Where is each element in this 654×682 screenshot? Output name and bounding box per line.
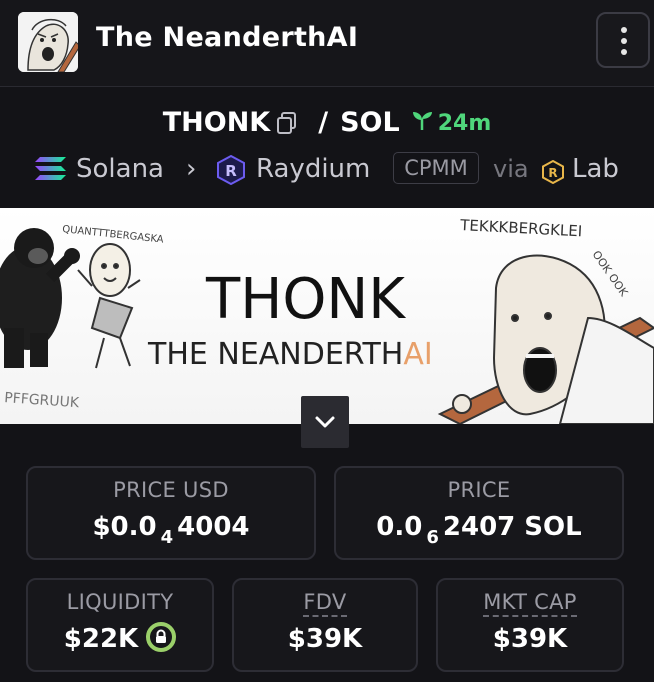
- price-usd-label: PRICE USD: [113, 478, 229, 502]
- banner-subtitle-ai: AI: [403, 337, 432, 372]
- quote-symbol: SOL: [340, 107, 400, 138]
- token-avatar: [18, 12, 78, 72]
- chevron-down-icon: [315, 416, 335, 428]
- small-caveman-illustration: [77, 243, 141, 369]
- market-cap-value: $39K: [492, 624, 568, 654]
- pair-title: THONK / SOL 24m: [0, 106, 654, 146]
- sprout-icon: [412, 112, 432, 131]
- token-header: The NeanderthAI: [0, 0, 654, 87]
- liquidity-value: $22K: [63, 624, 139, 654]
- liquidity-card: LIQUIDITY $22K: [26, 578, 214, 672]
- price-sol-zero-count: 6: [426, 527, 439, 548]
- pair-separator: /: [318, 107, 329, 138]
- price-usd-value: $0.0 4 4004: [28, 512, 314, 548]
- banner-illustration: QUANTTTBERGASKA TEKKKBERGKLEI OOK OOK TH…: [0, 216, 654, 424]
- fdv-label-text: FDV: [303, 590, 347, 617]
- pair-age: 24m: [410, 109, 492, 136]
- chain-breadcrumb: Solana › R Raydium via R Lab: [0, 150, 654, 188]
- dex-link-raydium[interactable]: Raydium: [256, 150, 370, 188]
- market-cap-label-text: MKT CAP: [483, 590, 577, 617]
- copy-icon[interactable]: [276, 111, 298, 135]
- price-sol-suffix: 2407 SOL: [442, 512, 582, 542]
- price-usd-suffix: 4004: [177, 512, 250, 542]
- pair-age-text: 24m: [437, 110, 492, 136]
- solana-icon: [34, 154, 68, 192]
- banner-left-caption: QUANTTTBERGASKA: [62, 224, 165, 246]
- banner-subtitle: THE NEANDERTHAI: [147, 337, 433, 372]
- kebab-menu-icon: [621, 27, 627, 33]
- svg-text:R: R: [225, 162, 237, 180]
- kebab-menu-icon-dot: [621, 38, 627, 44]
- kebab-menu-icon-dot: [621, 49, 627, 55]
- fdv-card[interactable]: FDV $39K: [232, 578, 418, 672]
- price-sol-prefix: 0.0: [376, 512, 423, 542]
- raydium-icon: R: [216, 154, 246, 193]
- launchpad-link-lab[interactable]: Lab: [572, 150, 619, 188]
- market-cap-label: MKT CAP: [438, 590, 622, 617]
- chevron-right-icon: ›: [186, 154, 197, 184]
- caveman-avatar-icon: [18, 12, 78, 72]
- banner-right-caption: TEKKKBERGKLEI: [459, 216, 583, 240]
- price-sol-card: PRICE 0.0 6 2407 SOL: [334, 466, 624, 560]
- more-options-button[interactable]: [596, 12, 650, 68]
- liquidity-label: LIQUIDITY: [66, 590, 174, 614]
- price-sol-label: PRICE: [447, 478, 511, 502]
- pool-type-badge: CPMM: [393, 152, 479, 184]
- gorilla-illustration: [0, 228, 80, 368]
- price-usd-zero-count: 4: [160, 527, 174, 548]
- via-label: via: [493, 155, 529, 183]
- price-usd-prefix: $0.0: [92, 512, 157, 542]
- fdv-value: $39K: [287, 624, 363, 654]
- market-cap-card[interactable]: MKT CAP $39K: [436, 578, 624, 672]
- price-usd-card: PRICE USD $0.0 4 4004: [26, 466, 316, 560]
- token-name: The NeanderthAI: [96, 22, 359, 53]
- expand-banner-button[interactable]: [301, 396, 349, 448]
- banner-bottom-caption: PFFGRUUK: [4, 390, 81, 411]
- raydium-lab-icon: R: [541, 157, 565, 195]
- lock-icon[interactable]: [146, 621, 177, 652]
- price-sol-value: 0.0 6 2407 SOL: [336, 512, 622, 548]
- token-banner-image: QUANTTTBERGASKA TEKKKBERGKLEI OOK OOK TH…: [0, 208, 654, 424]
- base-symbol: THONK: [162, 107, 271, 138]
- fdv-label: FDV: [234, 590, 416, 617]
- banner-title: THONK: [205, 267, 406, 332]
- chain-link-solana[interactable]: Solana: [76, 150, 164, 188]
- liquidity-value-row: $22K: [28, 621, 212, 655]
- svg-text:R: R: [548, 166, 557, 180]
- banner-subtitle-main: THE NEANDERTH: [147, 337, 403, 372]
